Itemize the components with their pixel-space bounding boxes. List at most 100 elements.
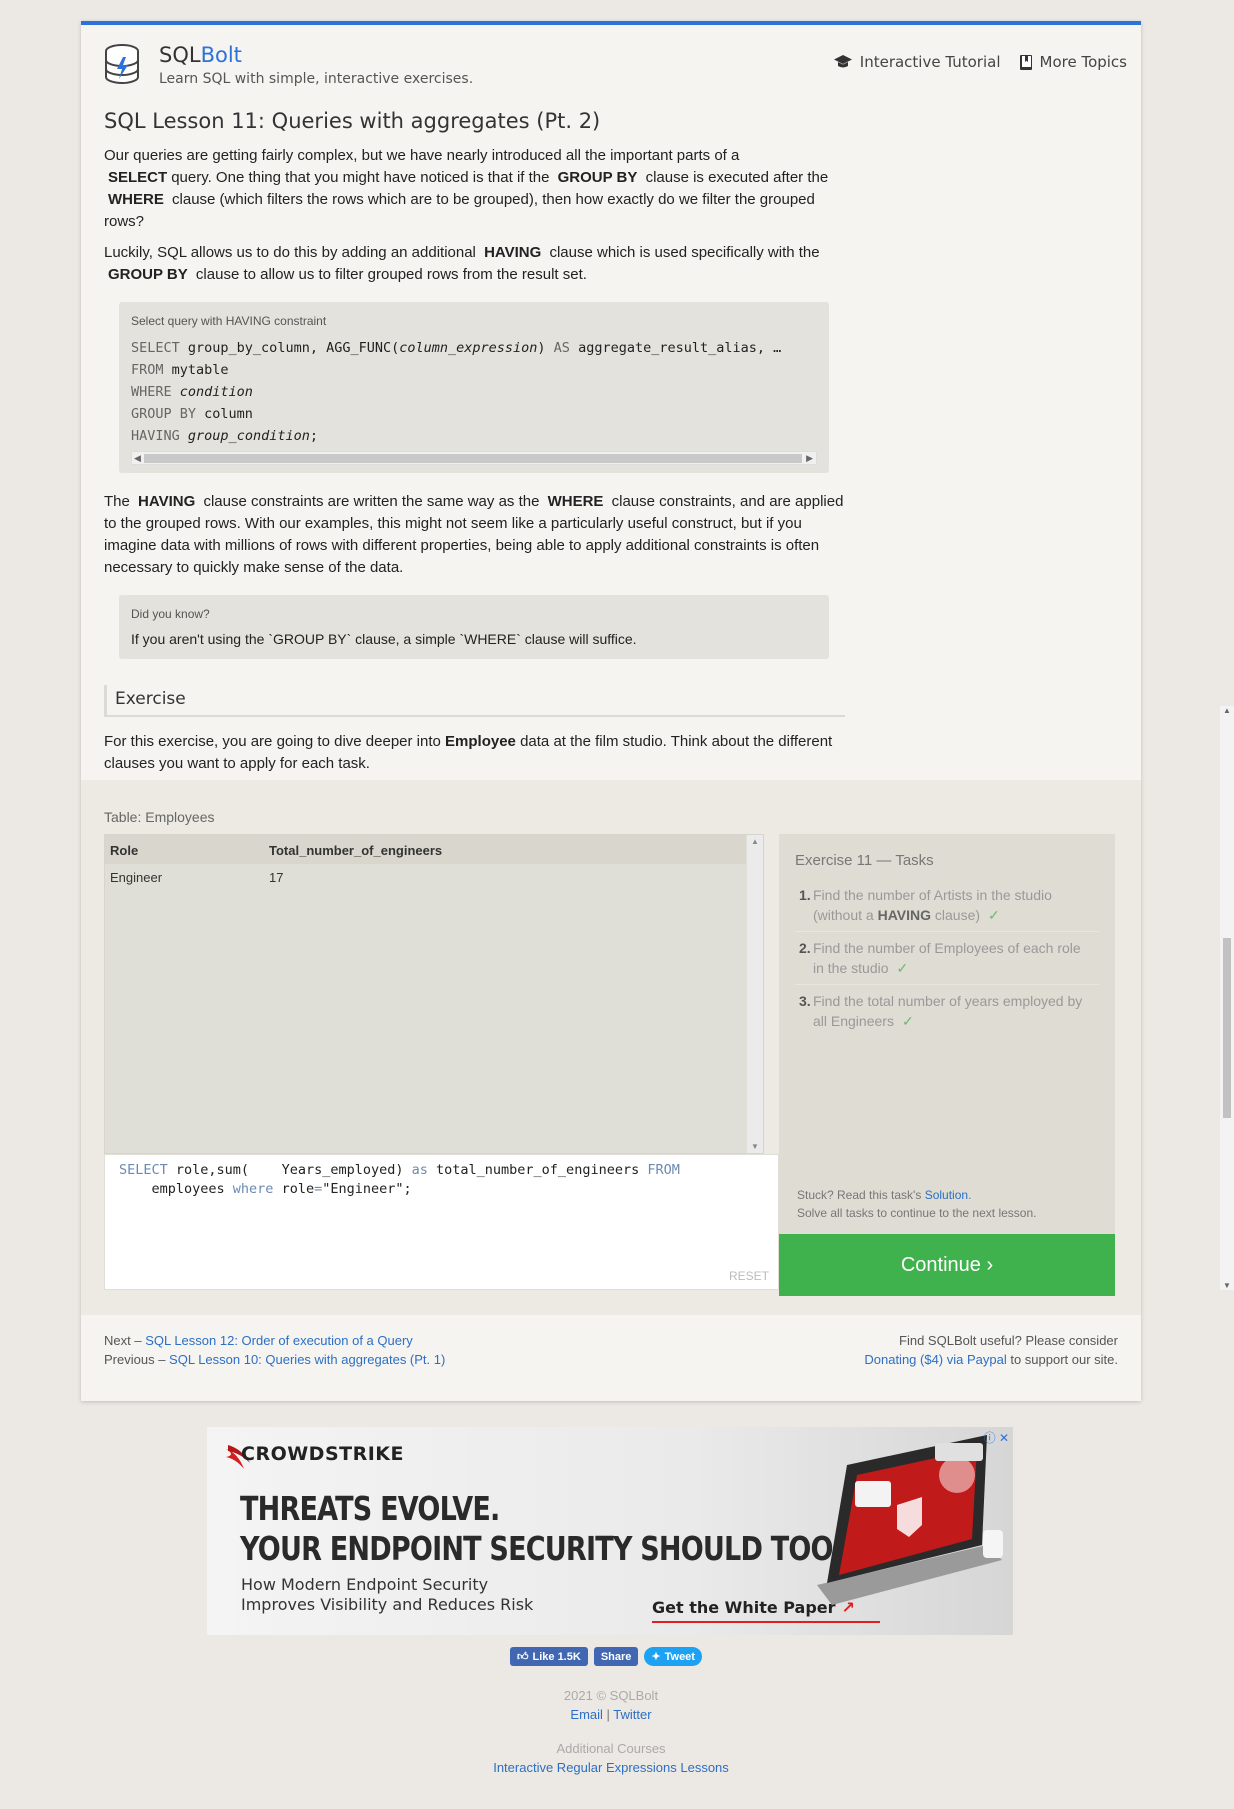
- twitter-bird-icon: ✦: [651, 1651, 661, 1663]
- brand-title[interactable]: SQLBolt: [159, 43, 242, 67]
- query-text[interactable]: SELECT role,sum( Years_employed) as tota…: [105, 1155, 778, 1205]
- keyword: GROUP BY: [108, 266, 188, 283]
- code-italic: condition: [179, 384, 253, 400]
- keyword: Employee: [445, 733, 516, 750]
- task-number: 2.: [799, 940, 811, 956]
- results-table: Role Total_number_of_engineers Engineer …: [105, 835, 746, 891]
- brand-sql: SQL: [159, 43, 201, 67]
- scroll-right-arrow-icon[interactable]: ▶: [806, 452, 813, 465]
- scroll-up-arrow-icon[interactable]: ▲: [1223, 706, 1231, 715]
- text: clause): [931, 907, 981, 923]
- ad-subtext-line: Improves Visibility and Reduces Risk: [241, 1595, 534, 1614]
- ad-subtext-line: How Modern Endpoint Security: [241, 1575, 489, 1594]
- facebook-like-button[interactable]: 👍︎ Like 1.5K: [510, 1647, 588, 1666]
- sql-keyword: FROM: [131, 362, 164, 378]
- code-text: employees: [119, 1181, 233, 1197]
- facebook-share-button[interactable]: Share: [593, 1647, 639, 1666]
- reset-button[interactable]: RESET: [729, 1269, 769, 1283]
- tweet-button[interactable]: ✦ Tweet: [644, 1647, 702, 1666]
- code-horizontal-scrollbar[interactable]: ◀ ▶: [131, 451, 817, 465]
- keyword: WHERE: [547, 493, 604, 510]
- table-cell: 17: [269, 870, 284, 885]
- stuck-hint: Stuck? Read this task's Solution. Solve …: [797, 1186, 1036, 1222]
- keyword: WHERE: [108, 191, 164, 208]
- scroll-left-arrow-icon[interactable]: ◀: [134, 452, 141, 465]
- column-header-total: Total_number_of_engineers: [264, 835, 746, 864]
- scroll-down-arrow-icon[interactable]: ▼: [751, 1142, 759, 1151]
- advertisement-banner[interactable]: CROWDSTRIKE THREATS EVOLVE. YOUR ENDPOIN…: [207, 1427, 1013, 1635]
- email-link[interactable]: Email: [570, 1707, 603, 1722]
- nav-label: Interactive Tutorial: [859, 53, 1001, 71]
- lesson-title: SQL Lesson 11: Queries with aggregates (…: [104, 109, 601, 133]
- text: Find the total number of years employed …: [813, 993, 1083, 1029]
- text: Our queries are getting fairly complex, …: [104, 147, 740, 164]
- task-text: Find the number of Artists in the studio…: [813, 885, 1095, 925]
- ad-close-icon[interactable]: ⓘ ✕: [984, 1429, 1009, 1446]
- did-you-know-box: Did you know? If you aren't using the `G…: [119, 595, 829, 659]
- database-logo-icon[interactable]: [103, 43, 141, 85]
- solution-link[interactable]: Solution: [925, 1188, 968, 1202]
- text: Next –: [104, 1333, 146, 1348]
- nav-interactive-tutorial[interactable]: Interactive Tutorial: [833, 53, 1001, 71]
- sql-query-editor[interactable]: SELECT role,sum( Years_employed) as tota…: [104, 1154, 779, 1290]
- code-italic: column_expression: [399, 340, 538, 356]
- social-buttons: 👍︎ Like 1.5K Share ✦ Tweet: [510, 1647, 702, 1666]
- ad-headline: THREATS EVOLVE. YOUR ENDPOINT SECURITY S…: [240, 1489, 842, 1569]
- tasks-title: Exercise 11 — Tasks: [795, 852, 934, 869]
- support-text: Find SQLBolt useful? Please consider: [899, 1333, 1118, 1348]
- task-number: 1.: [799, 887, 811, 903]
- ad-brand: CROWDSTRIKE: [241, 1443, 405, 1465]
- scrollbar-thumb[interactable]: [144, 454, 802, 463]
- page-vertical-scrollbar[interactable]: ▲ ▼: [1220, 706, 1234, 1290]
- code-text[interactable]: SELECT group_by_column, AGG_FUNC(column_…: [131, 337, 817, 447]
- text: clause to allow us to filter grouped row…: [195, 266, 587, 283]
- table-cell: Engineer: [110, 870, 163, 885]
- scrollbar-thumb[interactable]: [1223, 938, 1231, 1118]
- keyword: HAVING: [877, 907, 932, 923]
- text: Find the number of Employees of each rol…: [813, 940, 1081, 976]
- text: The: [104, 493, 130, 510]
- task-item: 3. Find the total number of years employ…: [795, 985, 1099, 1037]
- exercise-area: Table: Employees Role Total_number_of_en…: [81, 780, 1141, 1315]
- check-icon: ✓: [988, 907, 1000, 923]
- twitter-link[interactable]: Twitter: [613, 1707, 651, 1722]
- sql-operator: =: [314, 1181, 323, 1197]
- additional-courses-label: Additional Courses: [556, 1741, 666, 1756]
- book-icon: [1019, 54, 1032, 70]
- next-lesson-link[interactable]: SQL Lesson 12: Order of execution of a Q…: [145, 1333, 413, 1348]
- sql-keyword: SELECT: [119, 1162, 168, 1178]
- brand-bolt: Bolt: [200, 43, 242, 67]
- code-italic: group_condition: [187, 428, 310, 444]
- text: query. One thing that you might have not…: [171, 169, 550, 186]
- code-text: column: [196, 406, 253, 422]
- thumbs-up-icon: 👍︎: [517, 1651, 529, 1663]
- results-vertical-scrollbar[interactable]: ▲ ▼: [747, 835, 763, 1153]
- sql-keyword: as: [411, 1162, 428, 1178]
- task-text: Find the number of Employees of each rol…: [813, 938, 1095, 978]
- lesson-content: SQL Lesson 11: Queries with aggregates (…: [104, 109, 845, 784]
- copyright: 2021 © SQLBolt: [563, 1688, 659, 1703]
- exercise-intro: For this exercise, you are going to dive…: [104, 731, 844, 775]
- nav-label: More Topics: [1039, 53, 1128, 71]
- tagline: Learn SQL with simple, interactive exerc…: [159, 71, 474, 87]
- lesson-paragraph-1: Our queries are getting fairly complex, …: [104, 145, 844, 233]
- laptop-security-illustration-icon: [817, 1435, 1003, 1605]
- sql-keyword: where: [232, 1181, 274, 1197]
- nav-more-topics[interactable]: More Topics: [1019, 53, 1128, 71]
- sql-keyword: SELECT: [131, 340, 180, 356]
- scroll-up-arrow-icon[interactable]: ▲: [751, 837, 759, 846]
- syntax-code-block: Select query with HAVING constraint SELE…: [119, 302, 829, 473]
- donate-link[interactable]: Donating ($4) via Paypal: [864, 1352, 1006, 1367]
- text: clause is executed after the: [645, 169, 829, 186]
- sql-keyword: WHERE: [131, 384, 172, 400]
- regex-lessons-link[interactable]: Interactive Regular Expressions Lessons: [493, 1760, 729, 1775]
- text: For this exercise, you are going to dive…: [104, 733, 441, 750]
- sql-keyword: AS: [553, 340, 570, 356]
- code-text: total_number_of_engineers: [427, 1162, 648, 1178]
- continue-button[interactable]: Continue ›: [779, 1234, 1115, 1296]
- previous-lesson-link[interactable]: SQL Lesson 10: Queries with aggregates (…: [169, 1352, 445, 1367]
- results-table-panel[interactable]: Role Total_number_of_engineers Engineer …: [104, 834, 764, 1154]
- check-icon: ✓: [896, 960, 909, 976]
- scroll-down-arrow-icon[interactable]: ▼: [1223, 1281, 1231, 1290]
- keyword: SELECT: [108, 169, 168, 186]
